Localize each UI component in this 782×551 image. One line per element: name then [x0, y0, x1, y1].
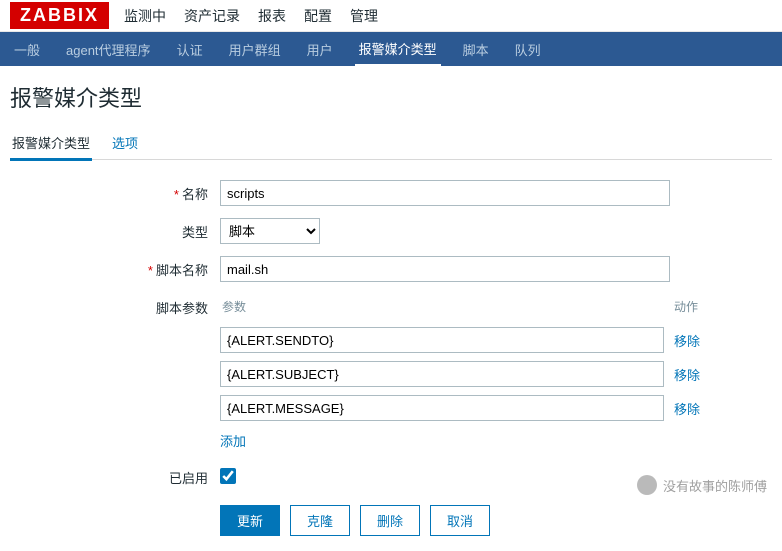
remove-link-0[interactable]: 移除 [674, 331, 700, 350]
param-input-0[interactable] [220, 327, 664, 353]
tab-options[interactable]: 选项 [110, 127, 140, 159]
param-row: 移除 [220, 361, 700, 387]
name-input[interactable] [220, 180, 670, 206]
add-param-link[interactable]: 添加 [220, 431, 246, 450]
remove-link-1[interactable]: 移除 [674, 365, 700, 384]
subnav-queue[interactable]: 队列 [511, 32, 545, 67]
tabs: 报警媒介类型 选项 [10, 127, 772, 160]
watermark-text: 没有故事的陈师傅 [663, 476, 767, 495]
tab-mediatype[interactable]: 报警媒介类型 [10, 127, 92, 161]
nav-inventory[interactable]: 资产记录 [184, 6, 240, 26]
param-input-2[interactable] [220, 395, 664, 421]
page-title: 报警媒介类型 [10, 81, 772, 113]
label-script-name: *脚本名称 [10, 260, 220, 279]
subnav-auth[interactable]: 认证 [173, 32, 207, 67]
label-script-params: 脚本参数 [10, 294, 220, 317]
top-menu: 监测中 资产记录 报表 配置 管理 [124, 6, 378, 26]
script-name-input[interactable] [220, 256, 670, 282]
params-col-action: 动作 [674, 298, 698, 315]
type-select[interactable]: 脚本 [220, 218, 320, 244]
param-row: 移除 [220, 395, 700, 421]
nav-reports[interactable]: 报表 [258, 6, 286, 26]
nav-monitoring[interactable]: 监测中 [124, 6, 166, 26]
watermark: 没有故事的陈师傅 [637, 475, 767, 495]
sub-nav: 一般 agent代理程序 认证 用户群组 用户 报警媒介类型 脚本 队列 [0, 32, 782, 66]
nav-configuration[interactable]: 配置 [304, 6, 332, 26]
wechat-icon [637, 475, 657, 495]
top-nav: ZABBIX 监测中 资产记录 报表 配置 管理 [0, 0, 782, 32]
subnav-mediatypes[interactable]: 报警媒介类型 [355, 31, 441, 67]
enabled-checkbox[interactable] [220, 468, 236, 484]
subnav-users[interactable]: 用户 [303, 32, 337, 67]
label-enabled: 已启用 [10, 468, 220, 487]
params-table: 参数 动作 移除 移除 移除 添加 [220, 294, 700, 450]
logo: ZABBIX [10, 2, 109, 29]
subnav-proxies[interactable]: agent代理程序 [62, 32, 155, 67]
subnav-general[interactable]: 一般 [10, 32, 44, 67]
remove-link-2[interactable]: 移除 [674, 399, 700, 418]
param-row: 移除 [220, 327, 700, 353]
params-col-param: 参数 [222, 298, 246, 315]
subnav-usergroups[interactable]: 用户群组 [225, 32, 285, 67]
param-input-1[interactable] [220, 361, 664, 387]
nav-administration[interactable]: 管理 [350, 6, 378, 26]
label-type: 类型 [10, 222, 220, 241]
subnav-scripts[interactable]: 脚本 [459, 32, 493, 67]
label-name: *名称 [10, 184, 220, 203]
